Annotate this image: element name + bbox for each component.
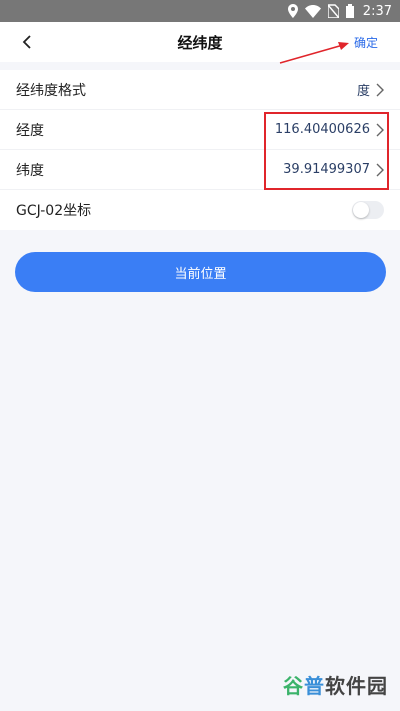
nav-bar: 经纬度 确定	[0, 22, 400, 62]
confirm-button[interactable]: 确定	[354, 34, 378, 51]
page-title: 经纬度	[177, 34, 223, 52]
status-time: 2:37	[362, 3, 392, 19]
chevron-right-icon	[376, 123, 384, 136]
latitude-row[interactable]: 纬度 39.91499307	[0, 150, 400, 190]
wifi-icon	[304, 4, 321, 18]
battery-icon	[345, 4, 354, 18]
toggle-knob	[353, 202, 369, 218]
format-row[interactable]: 经纬度格式 度	[0, 70, 400, 110]
current-location-button[interactable]: 当前位置	[15, 252, 386, 292]
gcj02-toggle[interactable]	[352, 201, 384, 219]
latitude-value: 39.91499307	[283, 162, 370, 177]
settings-list: 经纬度格式 度 经度 116.40400626 纬度 39.91499307 G…	[0, 70, 400, 230]
row-label: GCJ-02坐标	[16, 203, 92, 219]
format-value: 度	[356, 84, 370, 99]
no-sim-icon	[327, 4, 339, 18]
watermark-part: 软件园	[325, 674, 388, 698]
gcj02-row: GCJ-02坐标	[0, 190, 400, 230]
watermark: 谷普软件园	[283, 670, 388, 699]
watermark-part: 普	[304, 674, 325, 698]
row-label: 纬度	[16, 162, 44, 179]
chevron-right-icon	[376, 83, 384, 96]
watermark-part: 谷	[283, 674, 304, 698]
location-icon	[287, 4, 298, 18]
row-label: 经度	[16, 122, 44, 139]
status-bar: 2:37	[0, 0, 400, 22]
longitude-value: 116.40400626	[274, 122, 370, 137]
chevron-right-icon	[376, 163, 384, 176]
longitude-row[interactable]: 经度 116.40400626	[0, 110, 400, 150]
row-label: 经纬度格式	[16, 82, 86, 99]
